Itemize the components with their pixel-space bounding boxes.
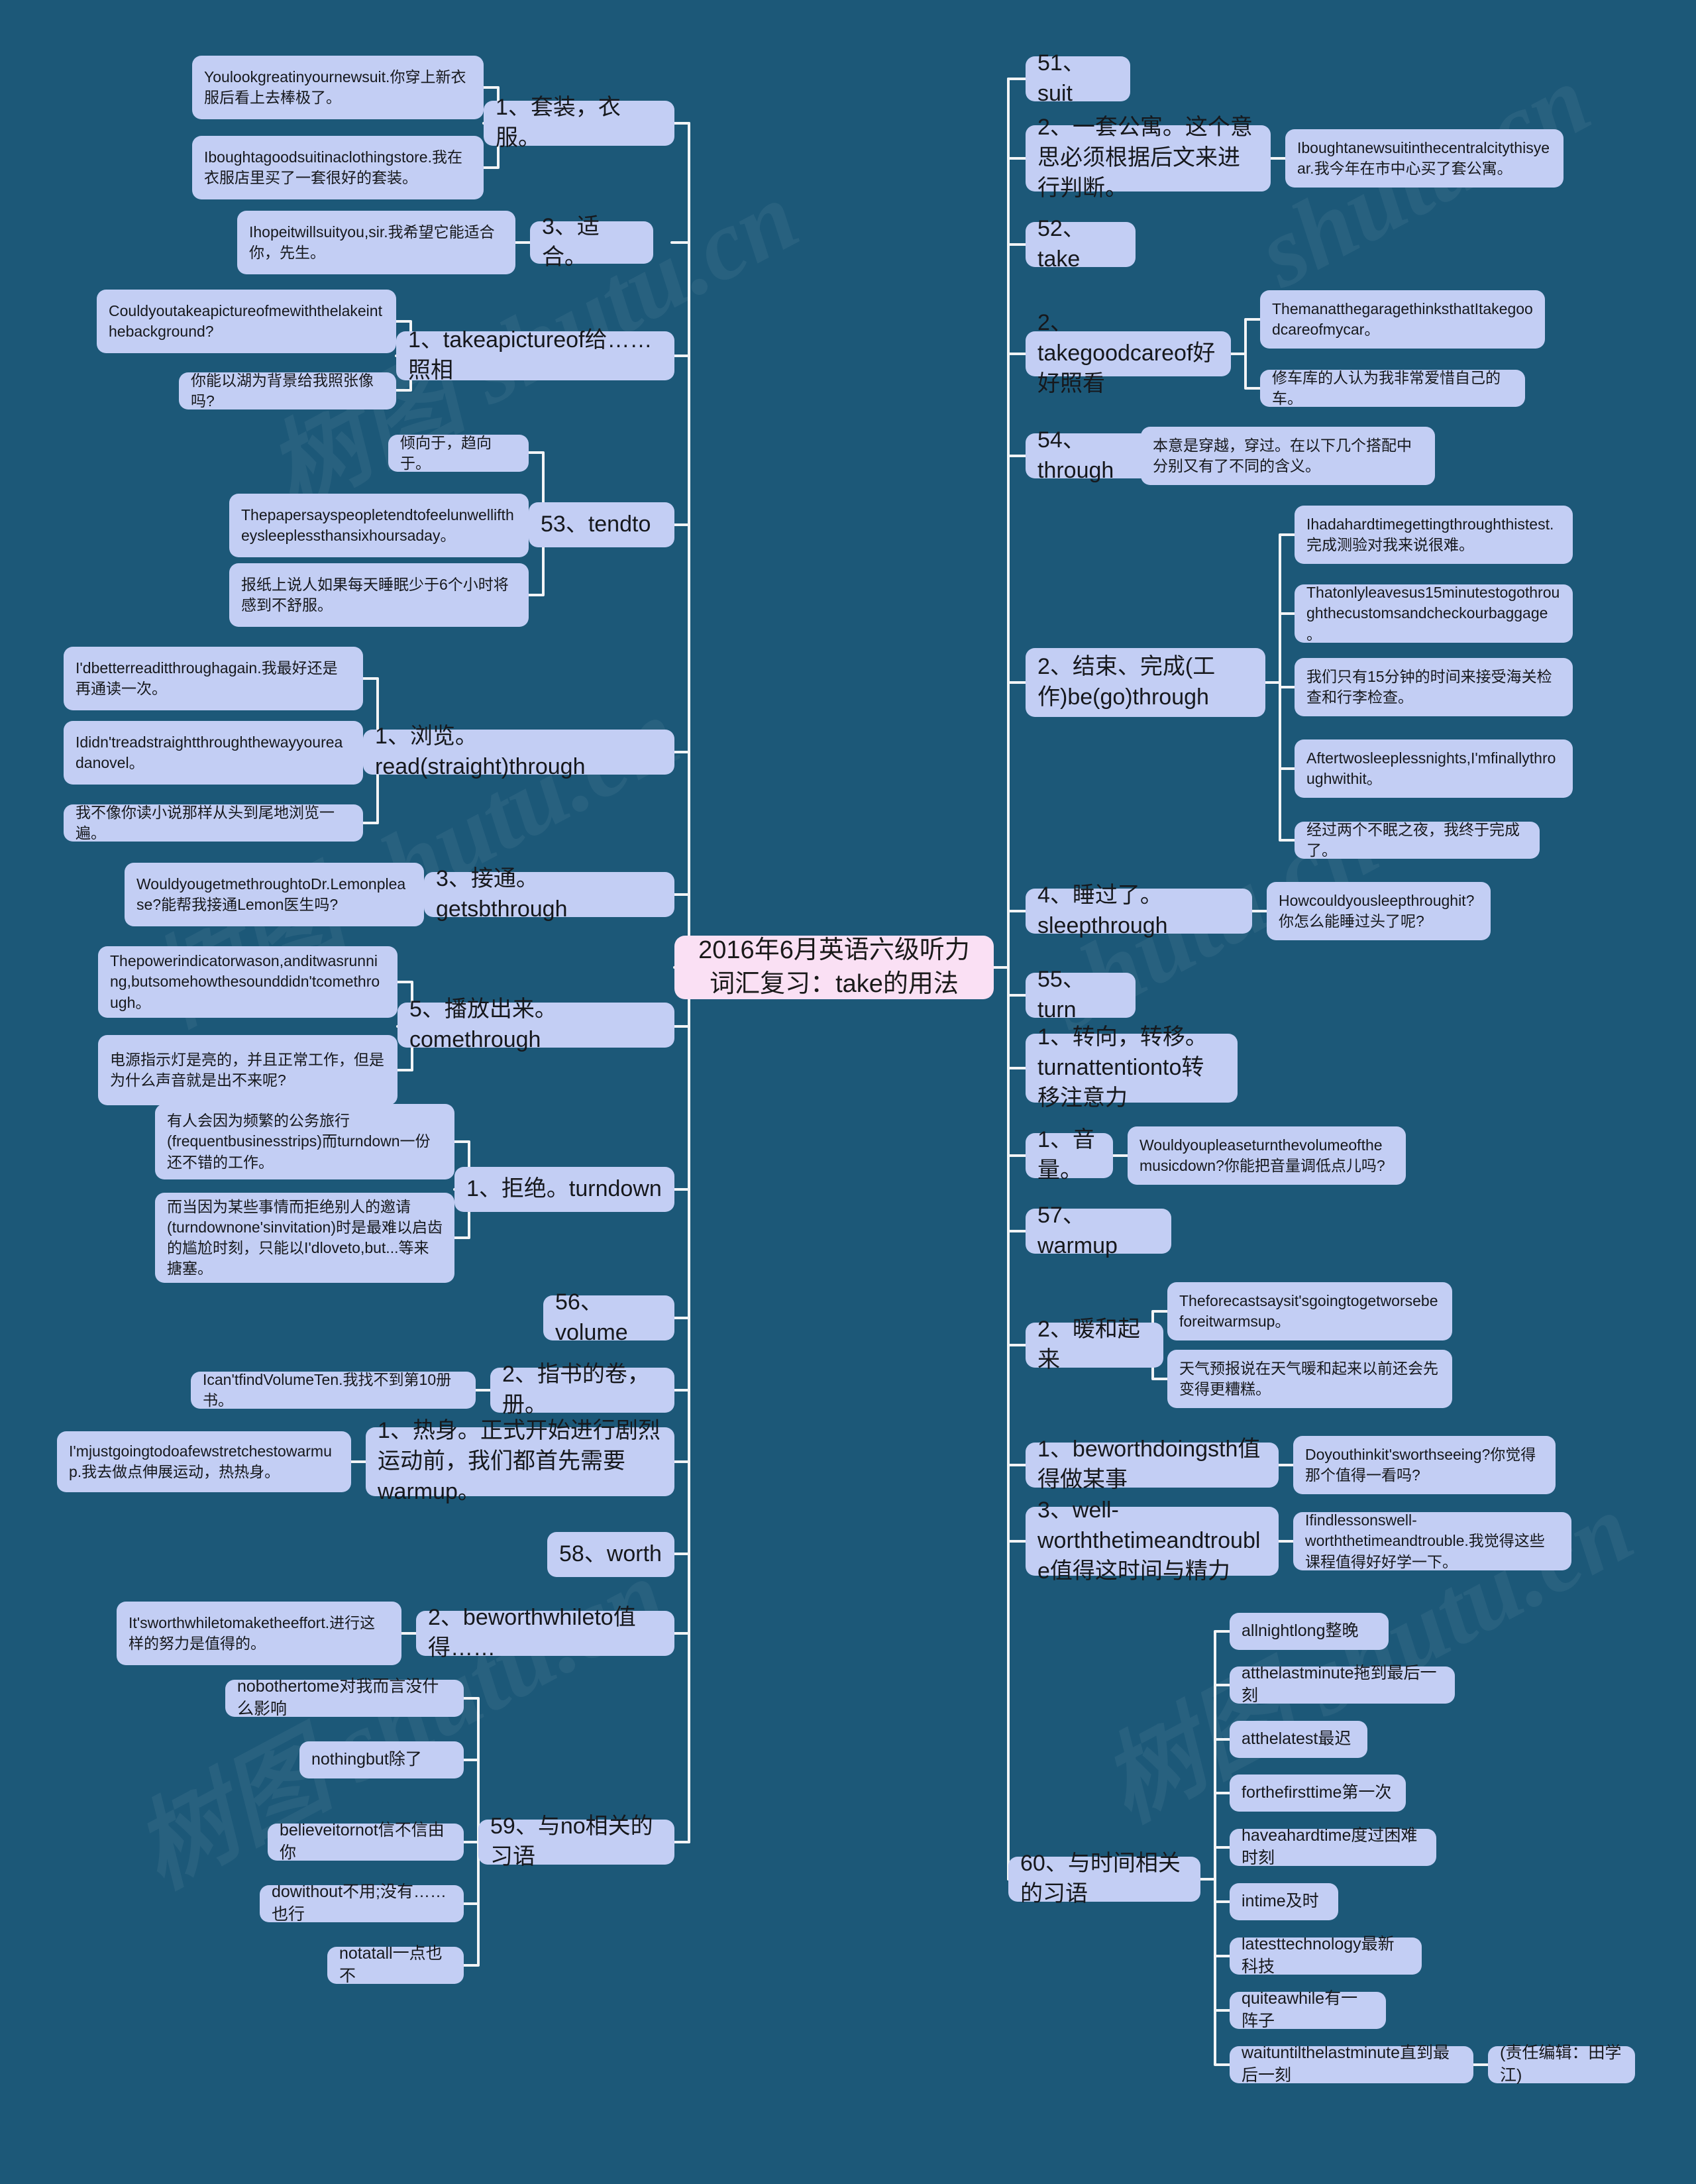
node-left-comethrough-example-1[interactable]: Thepowerindicatorwason,anditwasrunning,b…	[98, 946, 398, 1018]
node-right-volume-1[interactable]: 1、音量。	[1026, 1127, 1113, 1183]
node-right-turn[interactable]: 55、turn	[1026, 967, 1136, 1022]
node-right-takegoodcareof-example-2[interactable]: 修车库的人认为我非常爱惜自己的车。	[1260, 369, 1525, 407]
node-right-suit-2-example-1[interactable]: Iboughtanewsuitinthecentralcitythisyear.…	[1285, 129, 1564, 188]
node-left-turndown-example-1[interactable]: 有人会因为频繁的公务旅行(frequentbusinesstrips)而turn…	[155, 1104, 454, 1179]
node-right-begothrough-example-4[interactable]: Aftertwosleeplessnights,I'mfinallythroug…	[1295, 739, 1573, 798]
node-right-warm-example-2[interactable]: 天气预报说在天气暖和起来以前还会先变得更糟糕。	[1167, 1350, 1452, 1408]
node-right-takegoodcareof[interactable]: 2、takegoodcareof好好照看	[1026, 310, 1231, 396]
node-left-takepictureof-example-2[interactable]: 你能以湖为背景给我照张像吗?	[179, 372, 396, 410]
node-right-begothrough[interactable]: 2、结束、完成(工作)be(go)through	[1026, 648, 1265, 717]
node-left-tendto-example-1[interactable]: Thepapersayspeopletendtofeelunwellifthey…	[229, 494, 529, 557]
node-left-worth[interactable]: 58、worth	[547, 1532, 674, 1577]
node-right-time-idiom-9[interactable]: waituntilthelastminute直到最后一刻	[1230, 2044, 1473, 2085]
node-left-tendto-example-2[interactable]: 报纸上说人如果每天睡眠少于6个小时将感到不舒服。	[229, 563, 529, 627]
node-right-begothrough-example-5[interactable]: 经过两个不眠之夜，我终于完成了。	[1295, 821, 1540, 859]
node-left-comethrough[interactable]: 5、播放出来。comethrough	[398, 997, 674, 1052]
node-right-turnattentionto[interactable]: 1、转向，转移。turnattentionto转移注意力	[1026, 1024, 1238, 1111]
node-left-volume-2[interactable]: 2、指书的卷，册。	[490, 1362, 674, 1417]
node-left-tendto-meaning[interactable]: 倾向于，趋向于。	[388, 434, 529, 472]
node-right-beworthdoingsth[interactable]: 1、beworthdoingsth值得做某事	[1026, 1437, 1279, 1492]
node-right-time-idiom-2[interactable]: atthelastminute拖到最后一刻	[1230, 1664, 1455, 1705]
node-right-through-note[interactable]: 本意是穿越，穿过。在以下几个搭配中分别又有了不同的含义。	[1141, 427, 1435, 485]
node-left-suit-3-example-1[interactable]: Ihopeitwillsuityou,sir.我希望它能适合你，先生。	[237, 211, 515, 274]
node-right-time-idiom-1[interactable]: allnightlong整晚	[1230, 1613, 1389, 1650]
node-left-suit-1-example-2[interactable]: Iboughtagoodsuitinaclothingstore.我在衣服店里买…	[192, 136, 484, 199]
node-left-no-idioms-item-4[interactable]: dowithout不用;没有……也行	[260, 1883, 464, 1924]
node-footer-editor[interactable]: (责任编辑：田学江)	[1488, 2044, 1635, 2085]
node-right-suit-2[interactable]: 2、一套公寓。这个意思必须根据后文来进行判断。	[1026, 115, 1271, 201]
node-left-readthrough-example-3[interactable]: 我不像你读小说那样从头到尾地浏览一遍。	[64, 804, 363, 842]
node-right-wellworth-example-1[interactable]: Ifindlessonswell-worththetimeandtrouble.…	[1293, 1511, 1571, 1570]
node-left-readthrough-example-2[interactable]: Ididn'treadstraightthroughthewayyoureada…	[64, 721, 363, 785]
node-right-sleepthrough[interactable]: 4、睡过了。sleepthrough	[1026, 883, 1252, 938]
node-right-time-idioms[interactable]: 60、与时间相关的习语	[1008, 1851, 1200, 1906]
node-left-tendto[interactable]: 53、tendto	[529, 502, 674, 547]
node-right-begothrough-example-1[interactable]: Ihadahardtimegettingthroughthistest.完成测验…	[1295, 506, 1573, 564]
node-right-begothrough-example-3[interactable]: 我们只有15分钟的时间来接受海关检查和行李检查。	[1295, 658, 1573, 716]
node-left-suit-1[interactable]: 1、套装，衣服。	[484, 95, 674, 150]
node-left-takepictureof[interactable]: 1、takeapictureof给……照相	[396, 327, 674, 383]
node-right-suit[interactable]: 51、suit	[1026, 50, 1130, 106]
node-left-readthrough-example-1[interactable]: I'dbetterreaditthroughagain.我最好还是再通读一次。	[64, 647, 363, 710]
node-left-no-idioms[interactable]: 59、与no相关的习语	[478, 1814, 674, 1869]
node-left-suit-3[interactable]: 3、适合。	[530, 214, 653, 270]
node-right-time-idiom-3[interactable]: atthelatest最迟	[1230, 1721, 1367, 1758]
node-right-time-idiom-6[interactable]: intime及时	[1230, 1883, 1338, 1920]
node-left-turndown[interactable]: 1、拒绝。turndown	[454, 1167, 674, 1212]
node-right-time-idiom-4[interactable]: forthefirsttime第一次	[1230, 1774, 1406, 1812]
node-left-no-idioms-item-3[interactable]: believeitornot信不信由你	[268, 1821, 464, 1862]
node-left-beworthwhileto[interactable]: 2、beworthwhileto值得……	[416, 1605, 674, 1661]
node-left-warmup-1-example-1[interactable]: I'mjustgoingtodoafewstretchestowarmup.我去…	[57, 1431, 351, 1492]
node-left-takepictureof-example-1[interactable]: Couldyoutakeapictureofmewiththelakeinthe…	[97, 290, 396, 353]
node-right-time-idiom-5[interactable]: haveahardtime度过困难时刻	[1230, 1826, 1436, 1867]
node-left-volume-2-example-1[interactable]: Ican'tfindVolumeTen.我找不到第10册书。	[191, 1371, 476, 1409]
node-left-warmup-1[interactable]: 1、热身。正式开始进行剧烈运动前，我们都首先需要warmup。	[366, 1418, 674, 1504]
node-left-turndown-example-2[interactable]: 而当因为某些事情而拒绝别人的邀请(turndownone'sinvitation…	[155, 1193, 454, 1283]
node-left-volume[interactable]: 56、volume	[543, 1289, 674, 1345]
node-right-volume-1-example-1[interactable]: Wouldyoupleaseturnthevolumeofthemusicdow…	[1128, 1126, 1406, 1185]
node-left-suit-1-example-1[interactable]: Youlookgreatinyournewsuit.你穿上新衣服后看上去棒极了。	[192, 56, 484, 119]
node-left-readthrough[interactable]: 1、浏览。read(straight)through	[363, 724, 674, 779]
node-right-takegoodcareof-example-1[interactable]: ThemanatthegaragethinksthatItakegoodcare…	[1260, 290, 1545, 349]
node-left-beworthwhileto-example-1[interactable]: It'sworthwhiletomaketheeffort.进行这样的努力是值得…	[117, 1602, 401, 1665]
node-right-warmup[interactable]: 57、warmup	[1026, 1203, 1171, 1258]
node-left-no-idioms-item-5[interactable]: notatall一点也不	[327, 1944, 464, 1985]
node-right-time-idiom-8[interactable]: quiteawhile有一阵子	[1230, 1989, 1386, 2030]
node-left-no-idioms-item-1[interactable]: nobothertome对我而言没什么影响	[225, 1677, 464, 1718]
node-left-getsbthrough[interactable]: 3、接通。getsbthrough	[424, 866, 674, 922]
node-right-wellworth[interactable]: 3、well-worththetimeandtrouble值得这时间与精力	[1026, 1498, 1279, 1584]
node-right-take[interactable]: 52、take	[1026, 216, 1136, 272]
node-right-warm-example-1[interactable]: Theforecastsaysit'sgoingtogetworsebefore…	[1167, 1282, 1452, 1340]
node-left-no-idioms-item-2[interactable]: nothingbut除了	[299, 1741, 464, 1778]
node-right-sleepthrough-example-1[interactable]: Howcouldyousleepthroughit?你怎么能睡过头了呢?	[1267, 882, 1491, 940]
node-right-beworthdoingsth-example-1[interactable]: Doyouthinkit'sworthseeing?你觉得那个值得一看吗?	[1293, 1436, 1556, 1494]
node-right-time-idiom-7[interactable]: latesttechnology最新科技	[1230, 1935, 1422, 1976]
node-left-comethrough-example-2[interactable]: 电源指示灯是亮的，并且正常工作，但是为什么声音就是出不来呢?	[98, 1035, 398, 1105]
node-left-getsbthrough-example-1[interactable]: WouldyougetmethroughtoDr.Lemonplease?能帮我…	[125, 863, 424, 926]
node-right-warm[interactable]: 2、暖和起来	[1026, 1317, 1163, 1372]
node-right-begothrough-example-2[interactable]: Thatonlyleavesus15minutestogothroughthec…	[1295, 584, 1573, 643]
center-title[interactable]: 2016年6月英语六级听力词汇复习：take的用法	[674, 936, 994, 999]
